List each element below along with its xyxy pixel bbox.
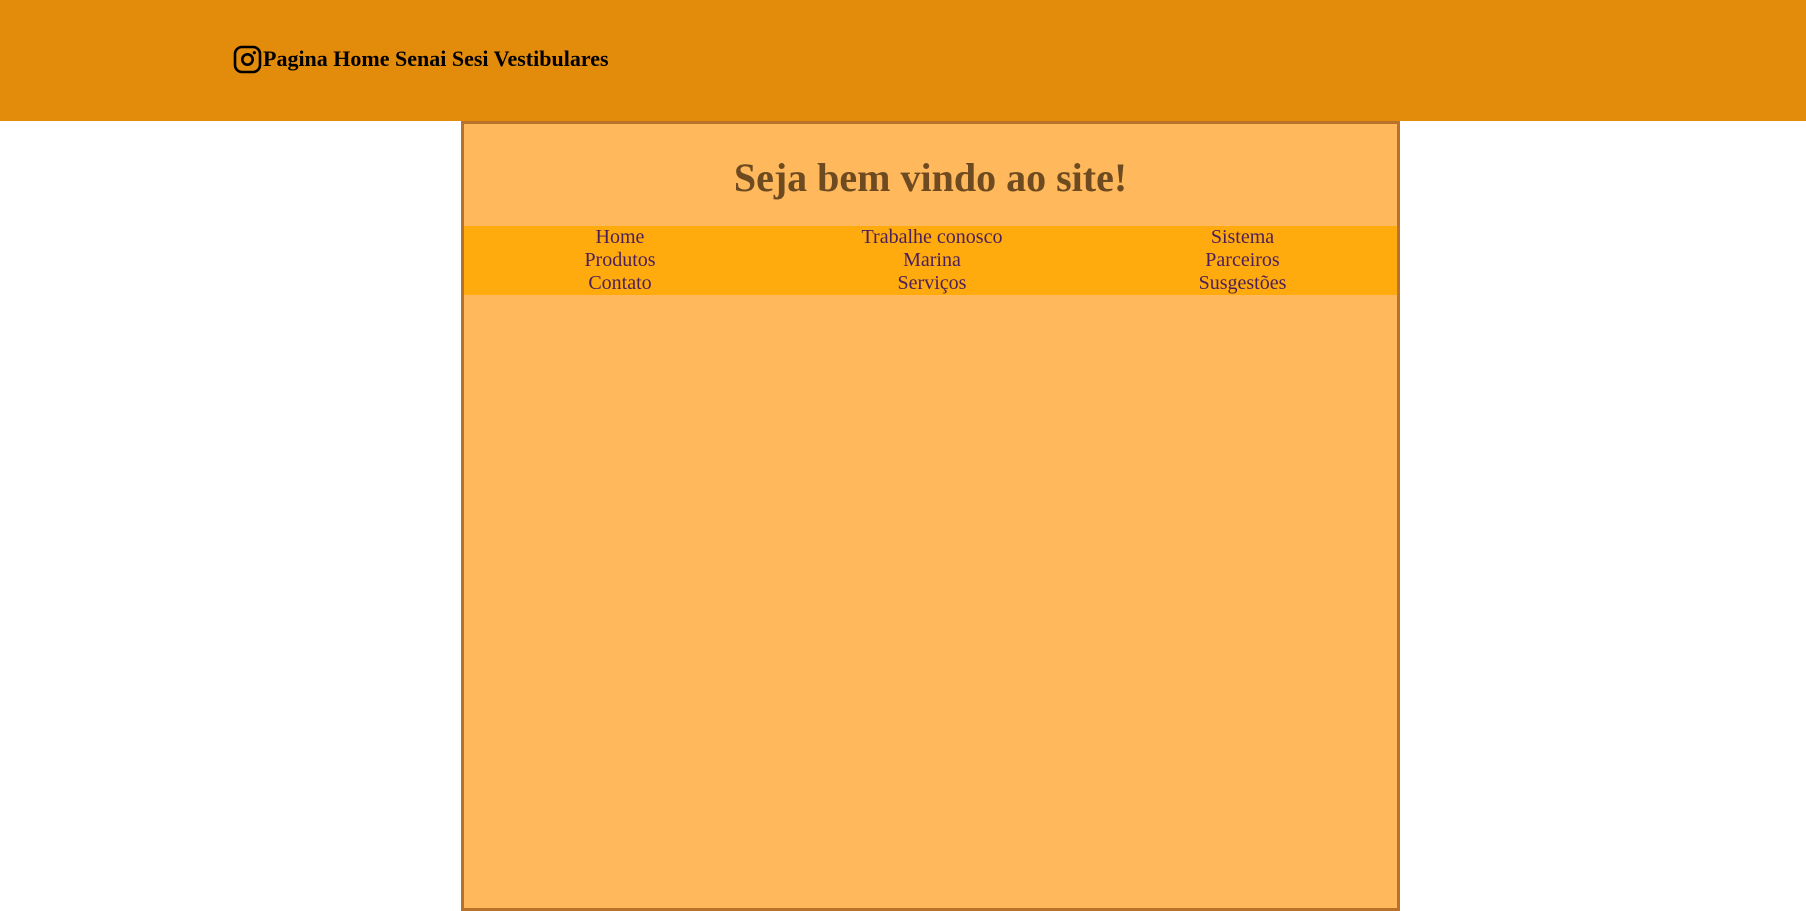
main-content-box: Seja bem vindo ao site! Home Trabalhe co…	[461, 121, 1400, 911]
brand-link[interactable]: Pagina Home Senai Sesi Vestibulares	[233, 44, 609, 74]
top-header-bar: Pagina Home Senai Sesi Vestibulares	[0, 0, 1806, 121]
main-navigation: Home Trabalhe conosco Sistema Produtos M…	[464, 226, 1397, 295]
nav-link-home[interactable]: Home	[464, 226, 776, 249]
nav-link-produtos[interactable]: Produtos	[464, 249, 776, 272]
nav-link-sistema[interactable]: Sistema	[1088, 226, 1397, 249]
nav-link-parceiros[interactable]: Parceiros	[1088, 249, 1397, 272]
nav-link-sugestoes[interactable]: Susgestões	[1088, 272, 1397, 295]
nav-link-marina[interactable]: Marina	[776, 249, 1088, 272]
nav-link-servicos[interactable]: Serviços	[776, 272, 1088, 295]
instagram-icon	[233, 45, 262, 74]
nav-link-trabalhe-conosco[interactable]: Trabalhe conosco	[776, 226, 1088, 249]
nav-link-contato[interactable]: Contato	[464, 272, 776, 295]
welcome-heading: Seja bem vindo ao site!	[733, 155, 1128, 200]
site-title: Pagina Home Senai Sesi Vestibulares	[263, 46, 609, 71]
